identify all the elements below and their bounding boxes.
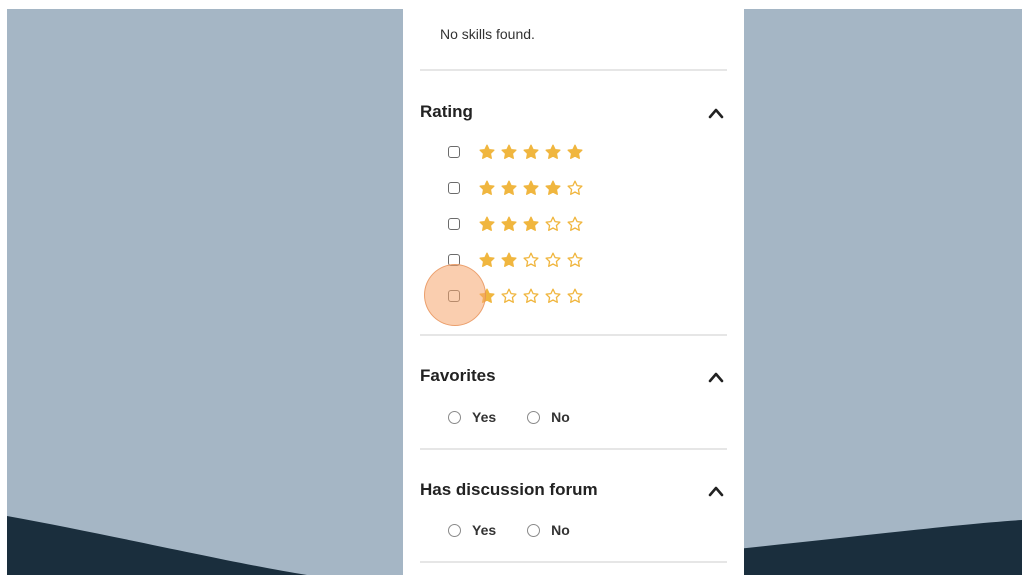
star-rating: [479, 252, 589, 268]
rating-checkbox[interactable]: [448, 254, 460, 266]
discussion-forum-section-title: Has discussion forum: [420, 480, 598, 499]
star-filled-icon: [479, 180, 495, 195]
star-outline-icon: [545, 288, 561, 303]
star-filled-icon: [501, 216, 517, 231]
divider: [420, 561, 727, 563]
star-outline-icon: [501, 288, 517, 303]
star-rating: [479, 144, 589, 160]
discussion-forum-no-radio[interactable]: [527, 523, 541, 537]
rating-option-2-stars[interactable]: [448, 250, 589, 270]
star-rating: [479, 288, 589, 304]
favorites-options: Yes No: [448, 407, 601, 427]
star-filled-icon: [479, 252, 495, 267]
star-filled-icon: [479, 216, 495, 231]
star-rating: [479, 216, 589, 232]
star-outline-icon: [567, 180, 583, 195]
star-filled-icon: [523, 216, 539, 231]
rating-option-1-stars[interactable]: [448, 286, 589, 306]
discussion-forum-options: Yes No: [448, 520, 601, 540]
filter-panel: No skills found. Rating Favorites Yes No…: [403, 9, 744, 575]
rating-checkbox[interactable]: [448, 146, 460, 158]
chevron-up-icon[interactable]: [708, 107, 724, 119]
star-outline-icon: [567, 252, 583, 267]
star-outline-icon: [567, 288, 583, 303]
discussion-forum-yes-label[interactable]: Yes: [472, 522, 496, 538]
discussion-forum-no-label[interactable]: No: [551, 522, 570, 538]
favorites-no-radio[interactable]: [527, 410, 541, 424]
rating-option-3-stars[interactable]: [448, 214, 589, 234]
rating-checkbox[interactable]: [448, 290, 460, 302]
star-filled-icon: [501, 180, 517, 195]
rating-option-4-stars[interactable]: [448, 178, 589, 198]
star-filled-icon: [523, 144, 539, 159]
screen: No skills found. Rating Favorites Yes No…: [0, 0, 1022, 575]
rating-checkbox[interactable]: [448, 218, 460, 230]
divider: [420, 448, 727, 450]
star-outline-icon: [523, 252, 539, 267]
rating-option-5-stars[interactable]: [448, 142, 589, 162]
star-outline-icon: [567, 216, 583, 231]
favorites-yes-label[interactable]: Yes: [472, 409, 496, 425]
discussion-forum-yes-radio[interactable]: [448, 523, 461, 537]
star-filled-icon: [479, 144, 495, 159]
star-outline-icon: [545, 216, 561, 231]
star-rating: [479, 180, 589, 196]
star-outline-icon: [545, 252, 561, 267]
star-filled-icon: [523, 180, 539, 195]
divider: [420, 69, 727, 71]
no-skills-message: No skills found.: [440, 26, 535, 42]
star-filled-icon: [501, 144, 517, 159]
chevron-up-icon[interactable]: [708, 485, 724, 497]
star-outline-icon: [523, 288, 539, 303]
chevron-up-icon[interactable]: [708, 371, 724, 383]
divider: [420, 334, 727, 336]
star-filled-icon: [501, 252, 517, 267]
favorites-no-label[interactable]: No: [551, 409, 570, 425]
rating-section-title: Rating: [420, 102, 473, 121]
star-filled-icon: [545, 144, 561, 159]
star-filled-icon: [545, 180, 561, 195]
star-filled-icon: [479, 288, 495, 303]
favorites-yes-radio[interactable]: [448, 410, 461, 424]
favorites-section-title: Favorites: [420, 366, 496, 385]
rating-checkbox[interactable]: [448, 182, 460, 194]
star-filled-icon: [567, 144, 583, 159]
